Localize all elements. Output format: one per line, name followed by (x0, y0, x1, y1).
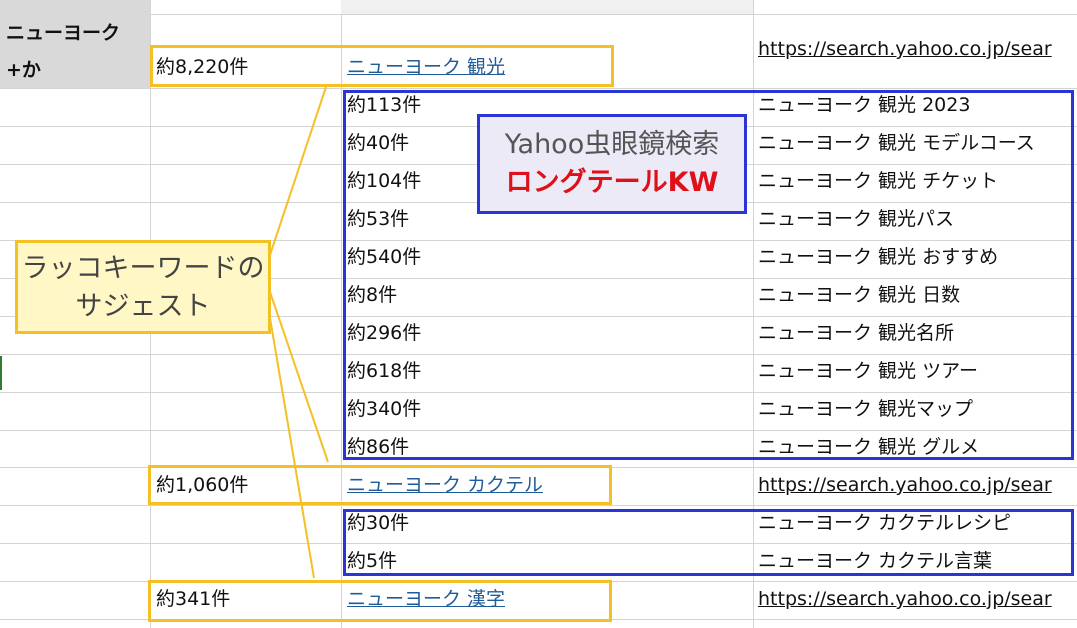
selection-marker (0, 356, 2, 390)
connector-line (269, 291, 329, 463)
longtail-highlight-box (343, 509, 1074, 576)
yahoo-callout-line1: Yahoo虫眼鏡検索 (504, 129, 720, 160)
suggest-callout-line2: サジェスト (75, 291, 211, 322)
connector-line (269, 86, 327, 256)
suggest-callout: ラッコキーワードの サジェスト (15, 240, 271, 334)
grid-col-line (341, 0, 342, 628)
yahoo-longtail-callout: Yahoo虫眼鏡検索 ロングテールKW (477, 114, 747, 214)
spreadsheet: ニューヨーク +か 約8,220件 ニューヨーク 観光 https://sear… (0, 0, 1077, 628)
grid-top-strip (341, 0, 753, 14)
grid-row-line (150, 14, 1077, 15)
search-url-link[interactable]: https://search.yahoo.co.jp/sear (758, 474, 1052, 496)
search-url-link[interactable]: https://search.yahoo.co.jp/sear (758, 588, 1052, 610)
yahoo-callout-line2: ロングテールKW (505, 167, 719, 198)
search-url-link[interactable]: https://search.yahoo.co.jp/sear (758, 38, 1052, 60)
header-keyword: ニューヨーク (6, 22, 121, 44)
suggest-highlight-box (148, 580, 612, 622)
grid-row-line (0, 505, 1077, 506)
header-suffix: +か (6, 59, 41, 81)
grid-row-line (0, 88, 1077, 89)
suggest-callout-line1: ラッコキーワードの (21, 253, 265, 284)
suggest-highlight-box (150, 45, 614, 87)
suggest-highlight-box (148, 465, 612, 505)
connector-line (269, 317, 315, 579)
